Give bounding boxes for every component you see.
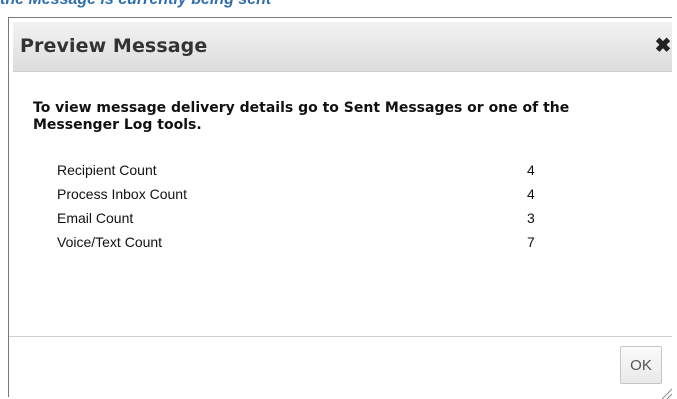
intro-text: To view message delivery details go to S…	[33, 100, 570, 133]
resize-grip-icon[interactable]	[658, 385, 672, 399]
stat-value: 3	[527, 210, 535, 226]
ok-button[interactable]: OK	[620, 346, 662, 384]
stats-list: Recipient Count 4 Process Inbox Count 4 …	[57, 162, 617, 258]
dialog-title: Preview Message	[20, 35, 208, 57]
stat-row-recipient-count: Recipient Count 4	[57, 162, 617, 186]
stat-value: 7	[527, 234, 535, 250]
stat-label: Voice/Text Count	[57, 234, 163, 250]
stat-value: 4	[527, 186, 535, 202]
stat-label: Process Inbox Count	[57, 186, 187, 202]
stat-label: Email Count	[57, 210, 134, 226]
stat-value: 4	[527, 162, 535, 178]
dialog-content: To view message delivery details go to S…	[9, 72, 672, 337]
stat-label: Recipient Count	[57, 162, 157, 178]
stat-row-email-count: Email Count 3	[57, 210, 617, 234]
stat-row-voice-text-count: Voice/Text Count 7	[57, 234, 617, 258]
close-icon[interactable]: ✖	[654, 35, 672, 57]
preview-message-dialog: Preview Message ✖ To view message delive…	[8, 17, 672, 399]
page-banner: the Message is currently being sent	[0, 0, 677, 11]
dialog-titlebar: Preview Message ✖	[13, 22, 672, 72]
stat-row-process-inbox-count: Process Inbox Count 4	[57, 186, 617, 210]
